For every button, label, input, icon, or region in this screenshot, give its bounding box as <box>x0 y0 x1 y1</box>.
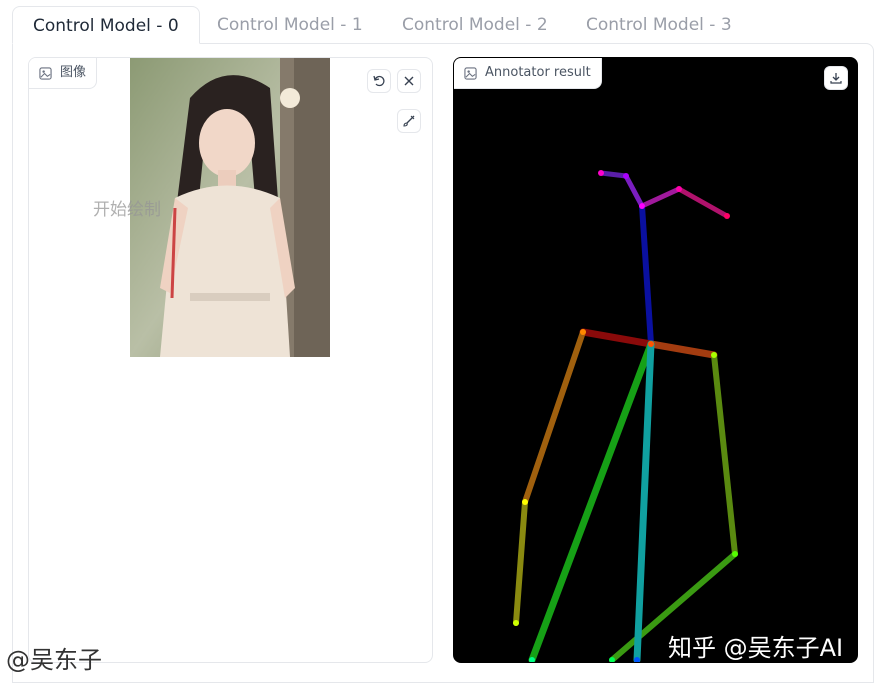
bone-face-left <box>623 173 645 209</box>
draw-button[interactable] <box>397 109 421 133</box>
image-icon <box>464 66 477 80</box>
tab-control-model-0[interactable]: Control Model - 0 <box>12 6 200 44</box>
annotator-result-label-text: Annotator result <box>485 65 591 80</box>
annotator-result-label: Annotator result <box>454 58 602 89</box>
bone-upper-arm-right <box>711 352 738 557</box>
joint <box>724 213 730 219</box>
joint <box>634 657 640 662</box>
bone-upper-arm-left <box>522 329 586 505</box>
watermark-bottom-right: 知乎 @吴东子AI <box>668 634 844 662</box>
bone-shoulder-right <box>647 340 718 359</box>
control-model-tabs: Control Model - 0 Control Model - 1 Cont… <box>12 6 874 44</box>
bone-head-left <box>598 170 629 179</box>
bone-face-right <box>639 186 682 209</box>
close-icon <box>404 76 414 86</box>
bone-hip-right <box>633 340 655 662</box>
bone-shoulder-left <box>579 328 655 348</box>
start-drawing-text: 开始绘制 <box>93 200 161 220</box>
image-label: 图像 <box>29 58 98 89</box>
joint <box>648 341 654 347</box>
download-icon <box>830 73 842 84</box>
bone-neck <box>639 203 654 347</box>
joint <box>522 499 528 505</box>
joint <box>609 657 615 662</box>
joint <box>529 657 535 662</box>
undo-button[interactable] <box>367 69 391 93</box>
image-input-box[interactable]: 开始绘制 图像 <box>28 57 433 663</box>
annotator-result-box: Annotator result <box>453 57 858 663</box>
bone-hip-left <box>528 340 655 662</box>
clear-button[interactable] <box>397 69 421 93</box>
joint <box>623 173 629 179</box>
image-icon <box>39 66 52 80</box>
bone-head-right <box>676 186 730 219</box>
bone-forearm-left <box>513 499 528 626</box>
watermark-bottom-left: @吴东子 <box>6 646 102 674</box>
tab-control-model-1[interactable]: Control Model - 1 <box>197 6 383 44</box>
brush-icon <box>403 115 415 127</box>
joint <box>580 329 586 335</box>
joint <box>732 551 738 557</box>
image-label-text: 图像 <box>60 65 87 80</box>
joint <box>711 352 717 358</box>
pose-skeleton <box>513 170 738 662</box>
joint <box>639 203 645 209</box>
joint <box>513 620 519 626</box>
tab-control-model-2[interactable]: Control Model - 2 <box>382 6 568 44</box>
tab-control-model-3[interactable]: Control Model - 3 <box>566 6 752 44</box>
download-button[interactable] <box>824 66 848 90</box>
undo-icon <box>373 75 385 87</box>
joint <box>598 170 604 176</box>
joint <box>676 186 682 192</box>
